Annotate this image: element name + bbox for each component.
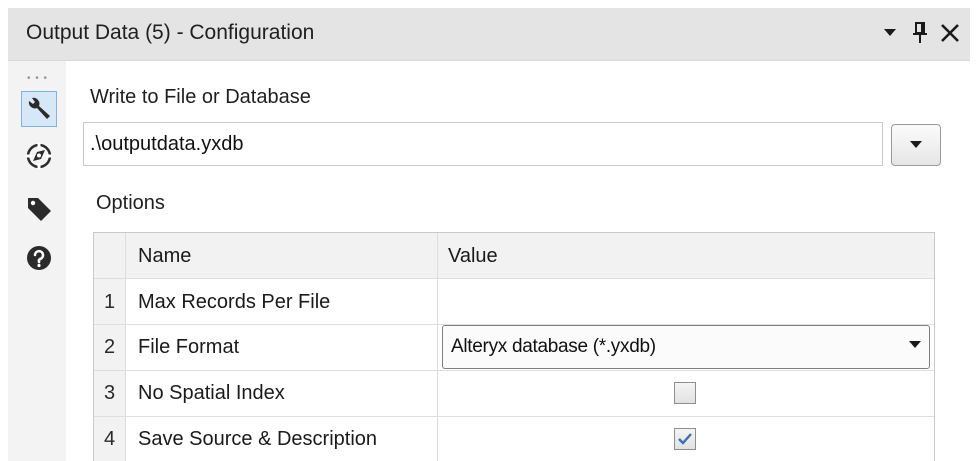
row-number: 2 — [94, 325, 126, 370]
tag-icon[interactable] — [21, 191, 57, 227]
row-number: 1 — [94, 279, 126, 325]
option-name: No Spatial Index — [126, 371, 438, 416]
row-number-header — [94, 233, 126, 279]
compass-icon[interactable] — [21, 138, 57, 174]
option-name: File Format — [126, 325, 438, 370]
file-dropdown-button[interactable] — [891, 124, 941, 166]
column-header-name[interactable]: Name — [126, 233, 438, 279]
pin-icon[interactable] — [910, 21, 930, 45]
chevron-down-icon — [910, 141, 922, 148]
panel-title: Output Data (5) - Configuration — [26, 21, 315, 44]
checkmark-icon — [678, 433, 692, 445]
options-label: Options — [96, 192, 165, 214]
save-source-checkbox[interactable] — [674, 428, 696, 450]
row-number: 4 — [94, 417, 126, 461]
write-label: Write to File or Database — [90, 86, 311, 108]
options-table: Name Value 1 Max Records Per File 2 File… — [93, 232, 935, 461]
option-name: Max Records Per File — [126, 279, 438, 325]
file-format-select[interactable]: Alteryx database (*.yxdb) — [442, 325, 930, 369]
grip-handle[interactable]: • • • — [27, 73, 48, 84]
panel-header: Output Data (5) - Configuration — [8, 8, 970, 61]
file-path-input[interactable] — [83, 122, 883, 166]
chevron-down-icon — [909, 341, 921, 348]
header-controls — [880, 18, 960, 48]
close-icon[interactable] — [940, 21, 960, 45]
help-icon[interactable] — [21, 240, 57, 276]
option-name: Save Source & Description — [126, 417, 438, 461]
file-format-selected: Alteryx database (*.yxdb) — [451, 336, 656, 357]
max-records-value-cell[interactable] — [438, 279, 934, 325]
row-number: 3 — [94, 371, 126, 416]
dropdown-arrow-icon[interactable] — [880, 21, 900, 45]
wrench-icon[interactable] — [21, 91, 57, 127]
column-header-value[interactable]: Value — [438, 233, 934, 279]
no-spatial-index-checkbox[interactable] — [674, 382, 696, 404]
